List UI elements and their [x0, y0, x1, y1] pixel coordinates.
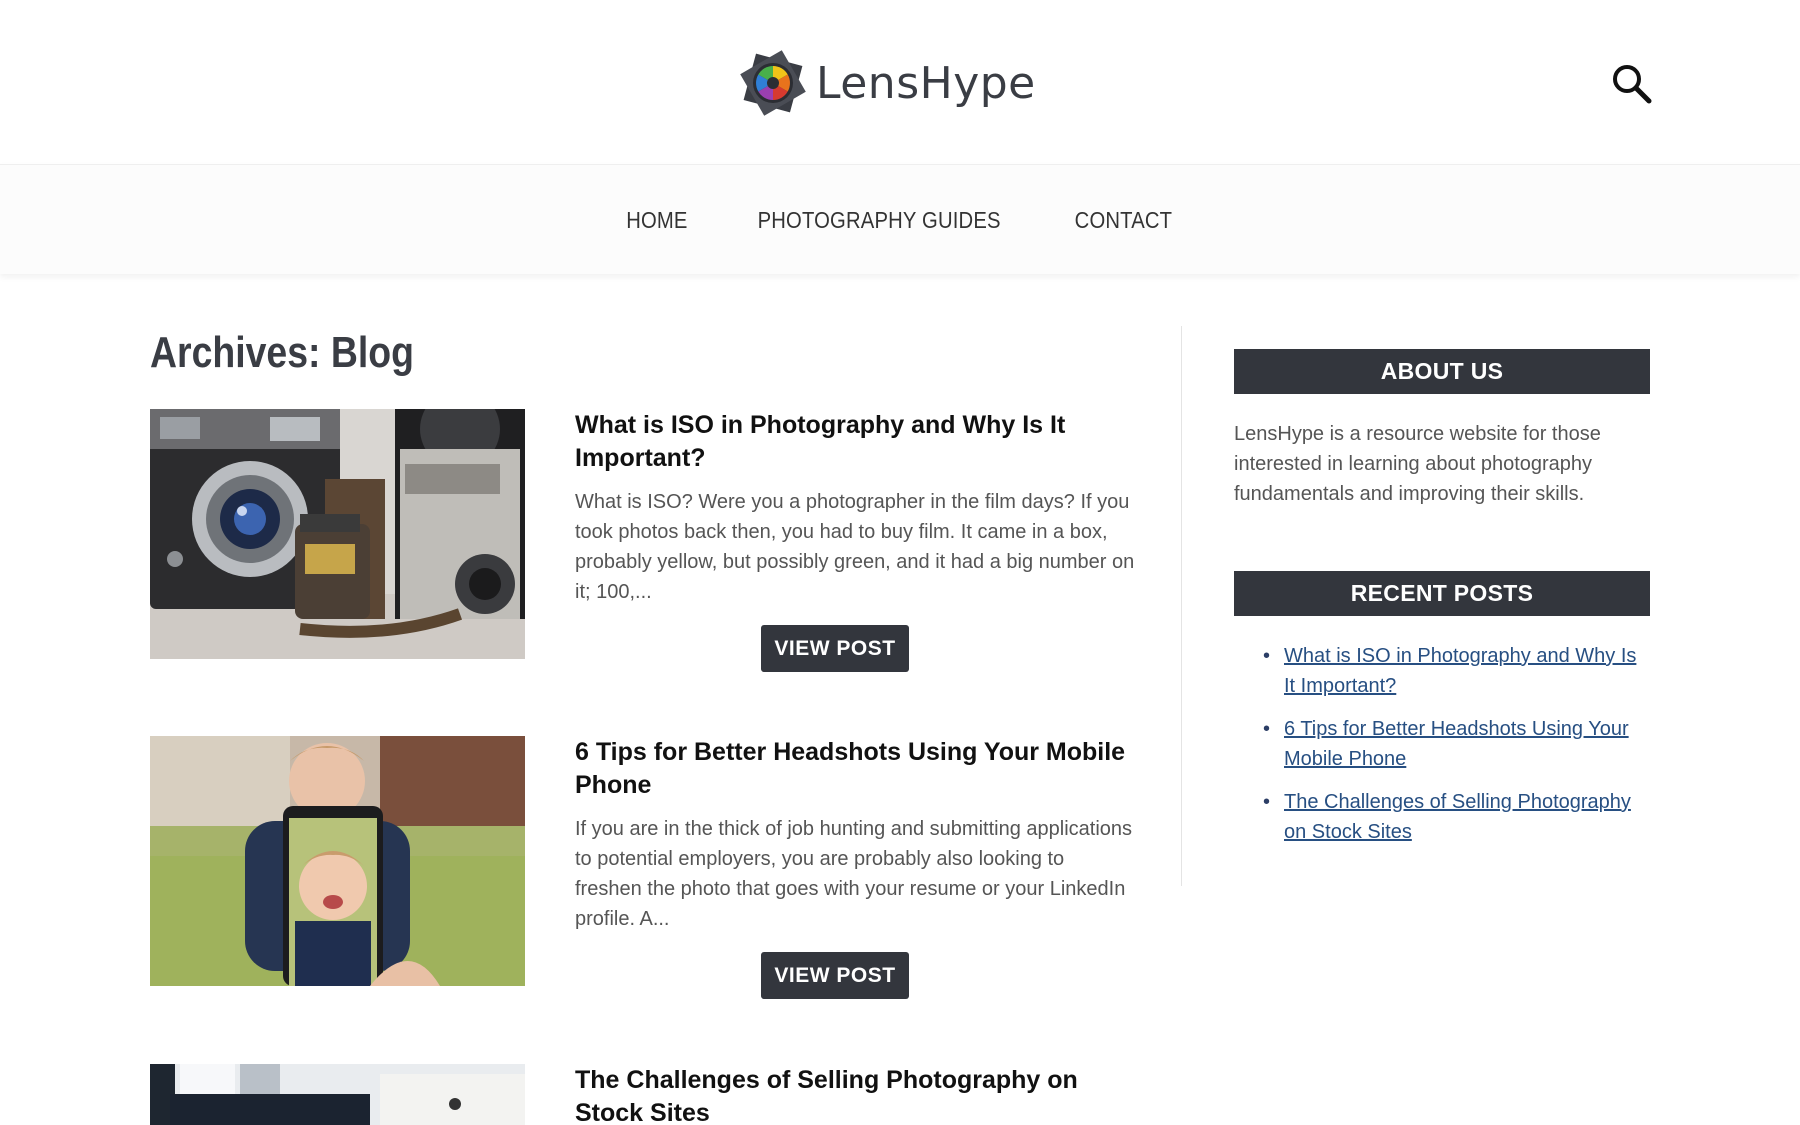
- page-title: Archives: Blog: [150, 328, 414, 377]
- list-item: The Challenges of Selling Photography on…: [1260, 787, 1650, 847]
- about-us-heading: ABOUT US: [1234, 349, 1650, 394]
- headshot-phone-image: [150, 736, 525, 986]
- post-thumbnail-stock-sites[interactable]: [150, 1064, 525, 1125]
- recent-post-link[interactable]: 6 Tips for Better Headshots Using Your M…: [1284, 718, 1629, 770]
- post-excerpt: If you are in the thick of job hunting a…: [575, 818, 1133, 930]
- post-body: The Challenges of Selling Photography on…: [575, 1064, 1135, 1125]
- site-logo[interactable]: LensHype: [736, 46, 1036, 120]
- post-title[interactable]: What is ISO in Photography and Why Is It…: [575, 409, 1135, 475]
- list-item: What is ISO in Photography and Why Is It…: [1260, 641, 1650, 701]
- post-excerpt: What is ISO? Were you a photographer in …: [575, 491, 1135, 603]
- brand-name: LensHype: [816, 57, 1036, 109]
- search-icon: [1613, 65, 1652, 104]
- about-us-text: LensHype is a resource website for those…: [1234, 423, 1601, 505]
- view-post-button[interactable]: VIEW POST: [761, 952, 909, 999]
- post-body: What is ISO in Photography and Why Is It…: [575, 409, 1135, 672]
- post-title[interactable]: The Challenges of Selling Photography on…: [575, 1064, 1135, 1125]
- search-button[interactable]: [1610, 62, 1654, 106]
- recent-posts-heading: RECENT POSTS: [1234, 571, 1650, 616]
- nav-item-home[interactable]: HOME: [604, 207, 709, 234]
- content-sidebar-divider: [1181, 326, 1182, 886]
- main-nav: HOME PHOTOGRAPHY GUIDES CONTACT: [0, 164, 1800, 274]
- post-thumbnail-headshot-phone[interactable]: [150, 736, 525, 986]
- post-body: 6 Tips for Better Headshots Using Your M…: [575, 736, 1135, 999]
- post-thumbnail-vintage-cameras[interactable]: [150, 409, 525, 659]
- recent-post-link[interactable]: What is ISO in Photography and Why Is It…: [1284, 645, 1636, 697]
- site-header: LensHype: [0, 0, 1800, 164]
- post-title[interactable]: 6 Tips for Better Headshots Using Your M…: [575, 736, 1135, 802]
- stock-sites-image: [150, 1064, 525, 1125]
- nav-item-photography-guides[interactable]: PHOTOGRAPHY GUIDES: [736, 207, 1023, 234]
- recent-post-link[interactable]: The Challenges of Selling Photography on…: [1284, 791, 1631, 843]
- nav-item-contact[interactable]: CONTACT: [1052, 207, 1194, 234]
- view-post-button[interactable]: VIEW POST: [761, 625, 909, 672]
- list-item: 6 Tips for Better Headshots Using Your M…: [1260, 714, 1650, 774]
- vintage-cameras-image: [150, 409, 525, 659]
- nav-menu: HOME PHOTOGRAPHY GUIDES CONTACT: [0, 165, 1800, 275]
- recent-posts-list: What is ISO in Photography and Why Is It…: [1260, 641, 1650, 860]
- camera-aperture-logo-icon: [740, 50, 806, 116]
